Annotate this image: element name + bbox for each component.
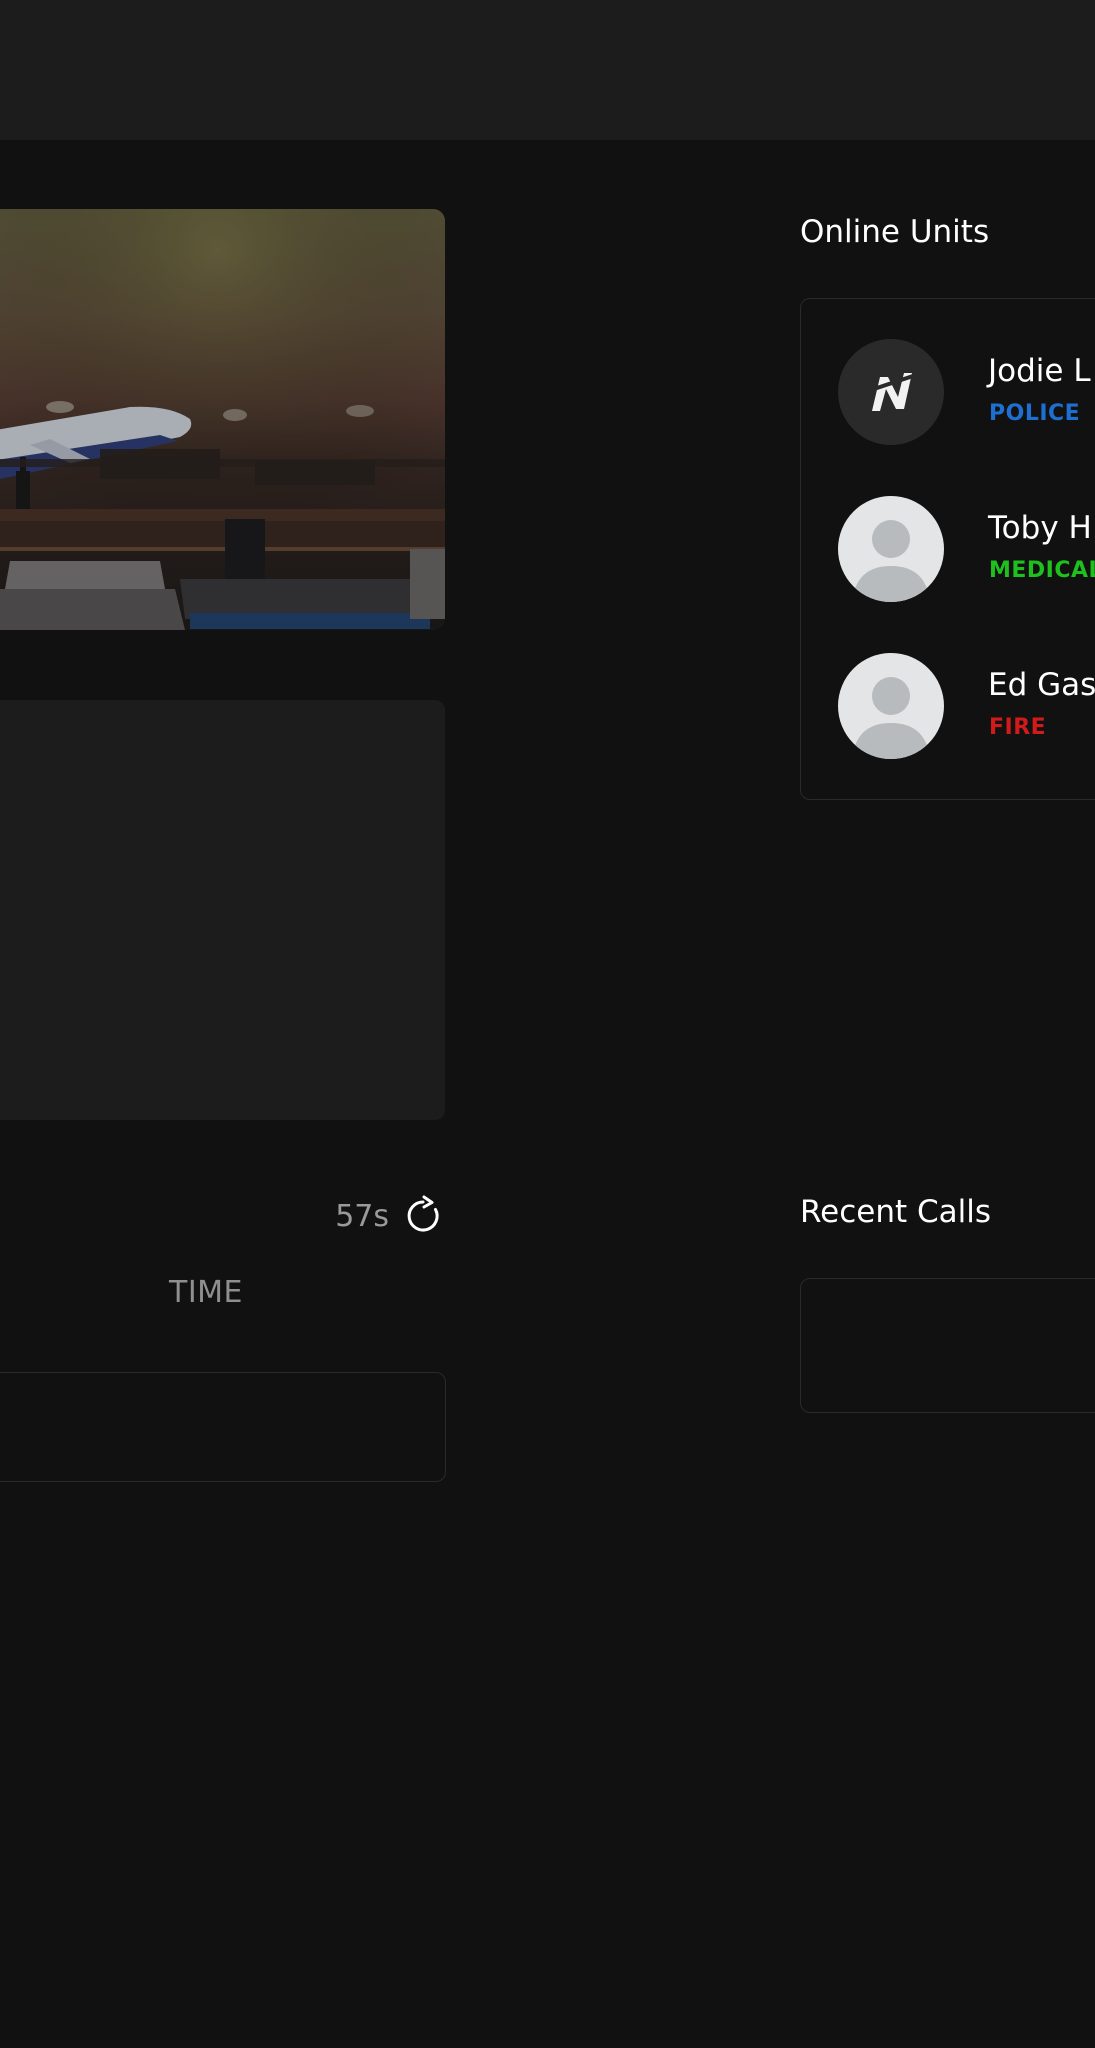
content-placeholder-card [0,700,445,1120]
recent-calls-title: Recent Calls [800,1194,992,1230]
top-navigation-bar [0,0,1095,140]
default-avatar-icon [838,496,944,602]
online-units-title: Online Units [800,214,990,250]
unit-name: Toby H [988,510,1092,546]
unit-name: Ed Gas [988,667,1095,703]
default-avatar-icon [838,653,944,759]
refresh-timer-text: 57s [335,1198,389,1234]
brand-logo-icon [838,339,944,445]
unit-department-badge: POLICE [989,401,1081,426]
unit-row[interactable]: Toby H MEDICAL [838,496,1095,602]
refresh-control[interactable]: 57s [335,1190,445,1242]
call-feed-table [0,1372,446,1482]
unit-row[interactable]: Jodie L POLICE [838,339,1095,445]
unit-row[interactable]: Ed Gas FIRE [838,653,1095,759]
time-column-header: TIME [169,1275,244,1310]
airport-scene-illustration [0,209,445,630]
unit-department-badge: MEDICAL [989,558,1095,583]
unit-department-badge: FIRE [989,715,1047,740]
unit-name: Jodie L [988,353,1091,389]
refresh-icon[interactable] [401,1194,445,1238]
server-banner-image [0,209,445,630]
online-units-list: Jodie L POLICE Toby H MEDICAL Ed Gas FIR… [800,298,1095,800]
recent-calls-list [800,1278,1095,1413]
